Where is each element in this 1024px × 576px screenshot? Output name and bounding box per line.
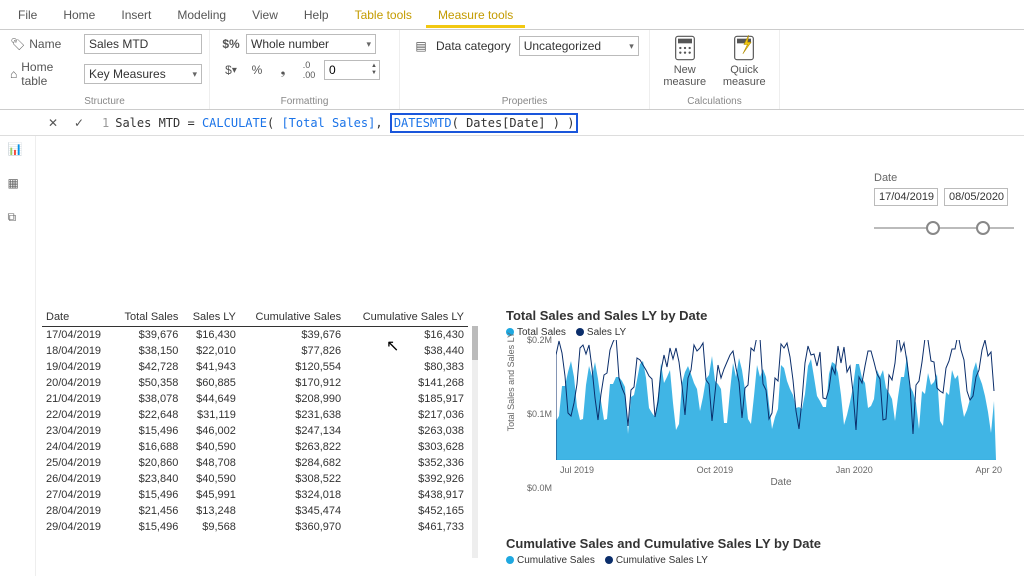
table-row[interactable]: 18/04/2019$38,150$22,010$77,826$38,440 — [42, 343, 468, 359]
menu-help[interactable]: Help — [292, 2, 341, 28]
new-measure-button[interactable]: New measure — [660, 34, 710, 88]
slicer-label: Date — [874, 172, 1014, 184]
report-canvas: ↖ Date 17/04/2019 08/05/2020 DateTotal S… — [36, 136, 1024, 576]
chart-plot-area: $0.2M $0.1M $0.0M Jul 2019Oct 2019Jan 20… — [556, 340, 1006, 488]
data-view-icon[interactable]: ▦ — [8, 176, 28, 196]
format-icon: $% — [220, 34, 242, 54]
data-category-dropdown[interactable]: Uncategorized▾ — [519, 36, 639, 56]
menu-insert[interactable]: Insert — [109, 2, 163, 28]
group-label-structure: Structure — [10, 94, 199, 107]
col-header[interactable]: Sales LY — [182, 308, 240, 327]
slider-handle-to[interactable] — [976, 221, 990, 235]
ribbon: 🏷Name Sales MTD ⌂Home table Key Measures… — [0, 30, 1024, 110]
table-row[interactable]: 25/04/2019$20,860$48,708$284,682$352,336 — [42, 455, 468, 471]
table-row[interactable]: 28/04/2019$21,456$13,248$345,474$452,165 — [42, 503, 468, 519]
calculator-lightning-icon — [730, 34, 758, 62]
decimal-button[interactable]: .0.00 — [298, 60, 320, 80]
table-row[interactable]: 17/04/2019$39,676$16,430$39,676$16,430 — [42, 327, 468, 344]
scrollbar-thumb[interactable] — [472, 326, 478, 360]
percent-button[interactable]: % — [246, 60, 268, 80]
cancel-formula-button[interactable]: ✕ — [44, 116, 62, 130]
date-to-input[interactable]: 08/05/2020 — [944, 188, 1008, 206]
col-header[interactable]: Total Sales — [113, 308, 182, 327]
data-category-icon: ▤ — [410, 36, 432, 56]
decimals-input[interactable] — [325, 63, 361, 77]
table-row[interactable]: 21/04/2019$38,078$44,649$208,990$185,917 — [42, 391, 468, 407]
name-label: 🏷Name — [10, 37, 80, 51]
chart-svg — [556, 340, 996, 460]
menu-table-tools[interactable]: Table tools — [343, 2, 424, 28]
chart-legend: Total Sales Sales LY — [506, 327, 1006, 338]
quick-measure-button[interactable]: Quick measure — [720, 34, 770, 88]
x-axis-label: Date — [556, 477, 1006, 488]
group-label-properties: Properties — [410, 94, 639, 107]
formula-bar: ✕ ✓ 1 Sales MTD = CALCULATE( [Total Sale… — [0, 110, 1024, 136]
chevron-down-icon: ▾ — [192, 69, 197, 80]
formula-highlight: DATESMTD( Dates[Date] ) ) — [390, 113, 579, 133]
table-scrollbar[interactable] — [472, 326, 478, 558]
line-number: 1 — [102, 116, 109, 130]
group-label-formatting: Formatting — [220, 94, 389, 107]
menu-measure-tools[interactable]: Measure tools — [426, 2, 525, 28]
date-slicer[interactable]: Date 17/04/2019 08/05/2020 — [874, 172, 1014, 238]
table-row[interactable]: 27/04/2019$15,496$45,991$324,018$438,917 — [42, 487, 468, 503]
menu-view[interactable]: View — [240, 2, 290, 28]
slider-handle-from[interactable] — [926, 221, 940, 235]
table-row[interactable]: 23/04/2019$15,496$46,002$247,134$263,038 — [42, 423, 468, 439]
table-row[interactable]: 19/04/2019$42,728$41,943$120,554$80,383 — [42, 359, 468, 375]
home-table-dropdown[interactable]: Key Measures▾ — [84, 64, 202, 84]
table-row[interactable]: 22/04/2019$22,648$31,119$231,638$217,036 — [42, 407, 468, 423]
chart-title: Total Sales and Sales LY by Date — [506, 308, 1006, 323]
slicer-track[interactable] — [874, 218, 1014, 238]
measure-name-input[interactable]: Sales MTD — [84, 34, 202, 54]
col-header[interactable]: Cumulative Sales LY — [345, 308, 468, 327]
table-row[interactable]: 29/04/2019$15,496$9,568$360,970$461,733 — [42, 519, 468, 535]
chevron-down-icon: ▾ — [366, 39, 371, 50]
chart-cumulative-sales[interactable]: Cumulative Sales and Cumulative Sales LY… — [506, 536, 1006, 568]
x-axis: Jul 2019Oct 2019Jan 2020Apr 20 — [556, 465, 1006, 475]
commit-formula-button[interactable]: ✓ — [70, 116, 88, 130]
thousands-button[interactable]: ❟ — [272, 60, 294, 80]
table-row[interactable]: 26/04/2019$23,840$40,590$308,522$392,926 — [42, 471, 468, 487]
col-header[interactable]: Date — [42, 308, 113, 327]
chart-title: Cumulative Sales and Cumulative Sales LY… — [506, 536, 1006, 551]
currency-button[interactable]: $▾ — [220, 60, 242, 80]
group-label-calculations: Calculations — [660, 94, 769, 107]
chevron-down-icon: ▾ — [629, 41, 634, 52]
home-table-label: ⌂Home table — [10, 60, 80, 88]
formula-input[interactable]: 1 Sales MTD = CALCULATE( [Total Sales], … — [102, 113, 578, 133]
menubar: FileHomeInsertModelingViewHelpTable tool… — [0, 0, 1024, 30]
table-visual[interactable]: DateTotal SalesSales LYCumulative SalesC… — [42, 308, 468, 535]
col-header[interactable]: Cumulative Sales — [240, 308, 345, 327]
menu-modeling[interactable]: Modeling — [165, 2, 238, 28]
calculator-icon — [671, 34, 699, 62]
menu-file[interactable]: File — [6, 2, 49, 28]
number-format-dropdown[interactable]: Whole number▾ — [246, 34, 376, 54]
table-row[interactable]: 20/04/2019$50,358$60,885$170,912$141,268 — [42, 375, 468, 391]
model-view-icon[interactable]: ⧉ — [8, 210, 28, 230]
chart-legend: Cumulative Sales Cumulative Sales LY — [506, 555, 1006, 566]
report-view-icon[interactable]: 📊 — [8, 142, 28, 162]
date-from-input[interactable]: 17/04/2019 — [874, 188, 938, 206]
menu-home[interactable]: Home — [51, 2, 107, 28]
table-row[interactable]: 24/04/2019$16,688$40,590$263,822$303,628 — [42, 439, 468, 455]
chart-total-sales[interactable]: Total Sales and Sales LY by Date Total S… — [506, 308, 1006, 488]
data-category-label: Data category — [436, 39, 511, 53]
view-switcher: 📊 ▦ ⧉ — [0, 136, 36, 576]
decimals-spinner[interactable]: ▲▼ — [324, 60, 380, 80]
